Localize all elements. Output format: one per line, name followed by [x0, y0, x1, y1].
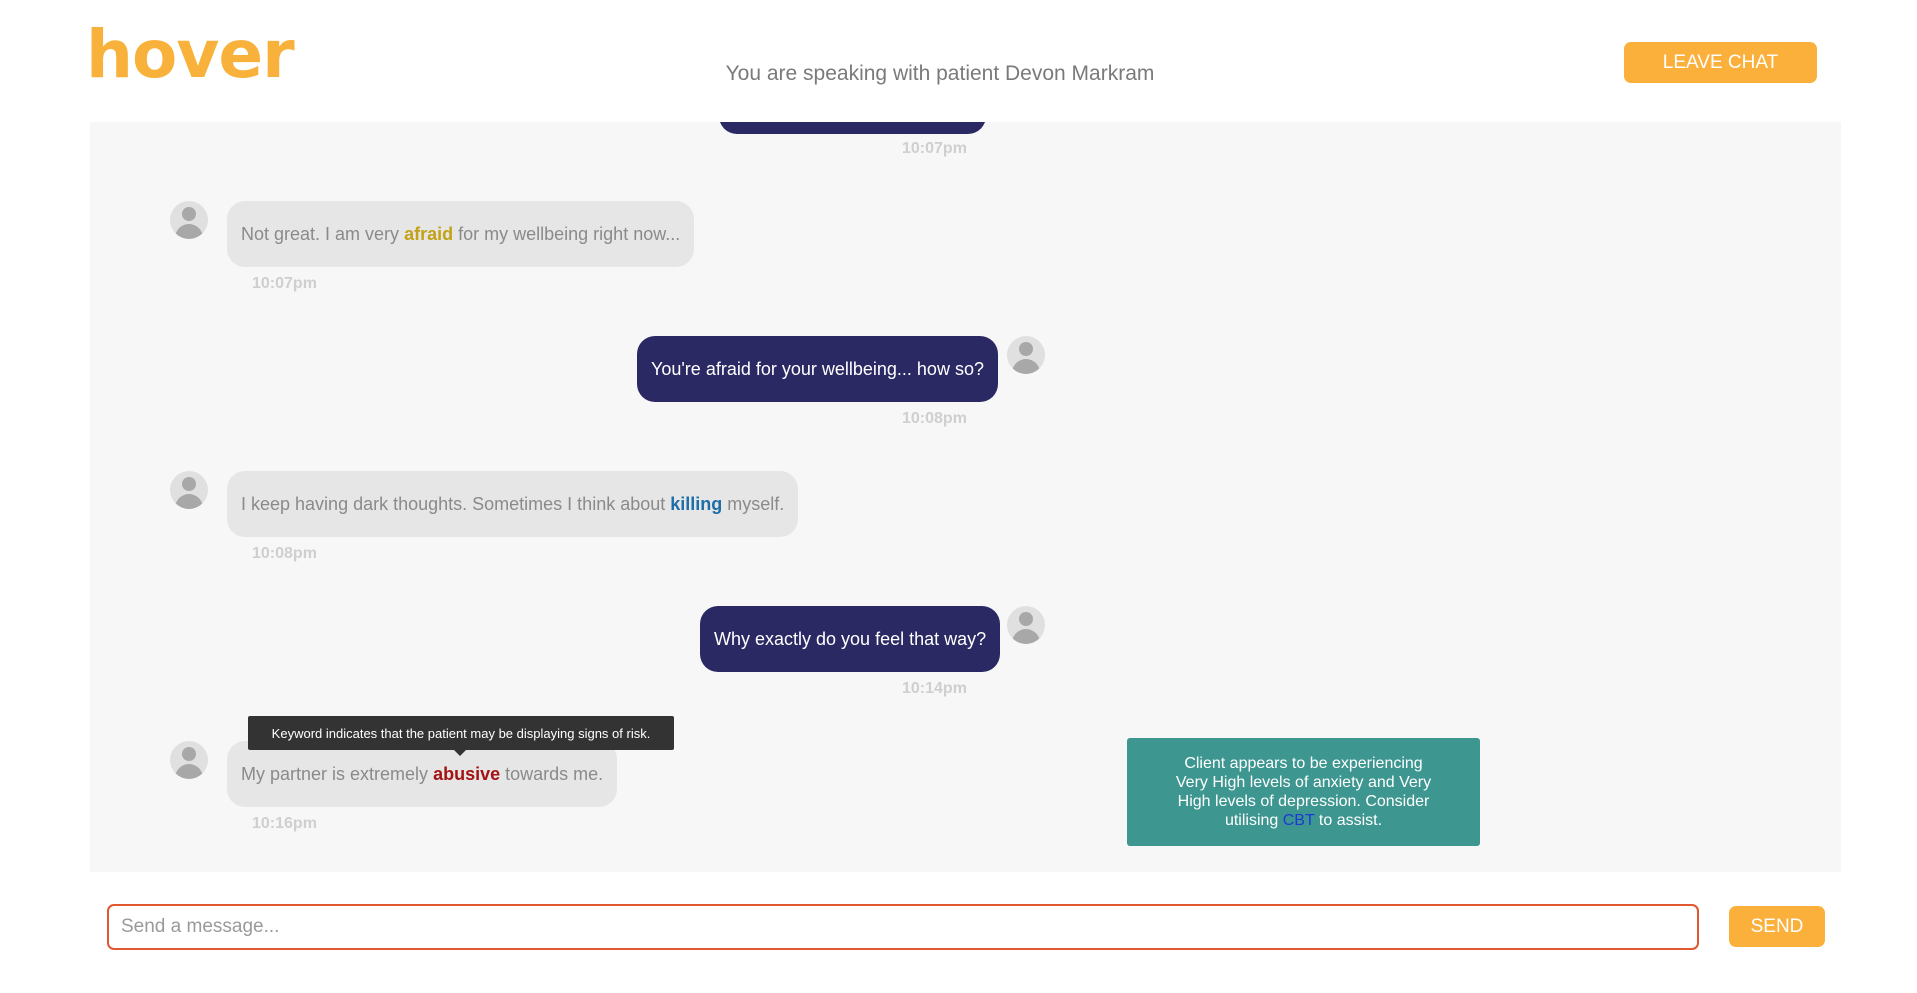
counsellor-avatar [1007, 336, 1045, 374]
patient-avatar [170, 471, 208, 509]
message-bubble-counsellor: You're afraid for your wellbeing... how … [637, 336, 998, 402]
message-timestamp: 10:07pm [252, 275, 317, 292]
message-bubble-patient: I keep having dark thoughts. Sometimes I… [227, 471, 799, 537]
risk-keyword[interactable]: abusive [433, 764, 500, 785]
user-icon [182, 747, 196, 761]
chat-transcript[interactable]: 10:07pm Not great. I am very afraid for … [90, 122, 1841, 872]
send-button[interactable]: SEND [1729, 906, 1825, 947]
page-title: You are speaking with patient Devon Mark… [725, 62, 1155, 85]
message-bubble-patient: My partner is extremely abusive towards … [227, 741, 618, 807]
user-icon [182, 477, 196, 491]
message-timestamp: 10:14pm [902, 680, 967, 697]
counsellor-avatar [1007, 606, 1045, 644]
therapy-suggestion-card: Client appears to be experiencing Very H… [1127, 738, 1480, 846]
message-timestamp: 10:16pm [252, 815, 317, 832]
patient-avatar [170, 741, 208, 779]
message-bubble-patient: Not great. I am very afraid for my wellb… [227, 201, 695, 267]
leave-chat-button[interactable]: LEAVE CHAT [1624, 42, 1817, 83]
cbt-link[interactable]: CBT [1283, 812, 1315, 829]
user-icon [1019, 342, 1033, 356]
message-bubble-counsellor: Why exactly do you feel that way? [700, 606, 1001, 672]
message-timestamp: 10:08pm [252, 545, 317, 562]
message-input[interactable] [107, 904, 1699, 950]
risk-keyword[interactable]: killing [670, 494, 722, 515]
user-icon [182, 207, 196, 221]
risk-keyword-tooltip: Keyword indicates that the patient may b… [248, 716, 674, 756]
patient-avatar [170, 201, 208, 239]
message-bubble-counsellor [719, 122, 986, 134]
message-timestamp: 10:07pm [902, 140, 967, 157]
user-icon [1019, 612, 1033, 626]
message-timestamp: 10:08pm [902, 410, 967, 427]
risk-keyword[interactable]: afraid [404, 224, 453, 245]
